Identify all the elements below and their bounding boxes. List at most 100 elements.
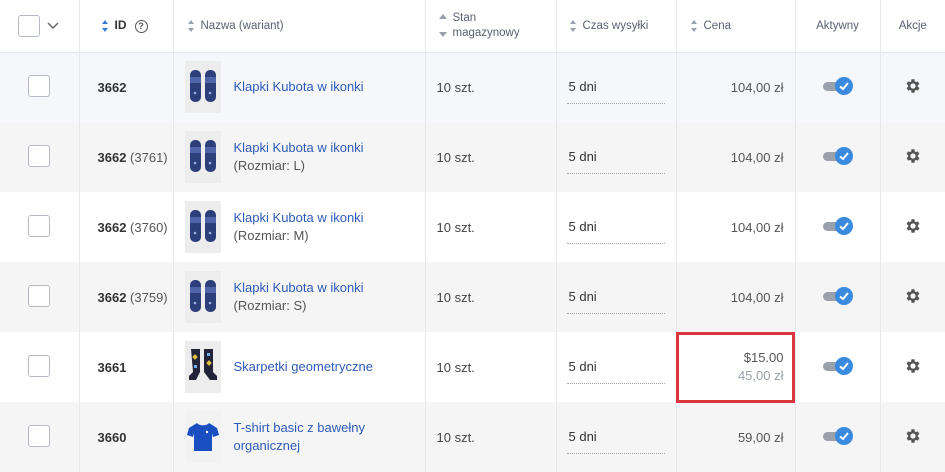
select-all-checkbox[interactable]	[18, 14, 41, 37]
id-header-label: ID	[114, 18, 127, 33]
active-toggle[interactable]	[822, 356, 853, 375]
product-id: 3661	[97, 359, 127, 375]
price-highlight-box	[676, 332, 795, 403]
sort-down-icon[interactable]	[438, 31, 447, 37]
row-checkbox[interactable]	[28, 354, 51, 377]
shipping-time-field[interactable]: 5 dni	[566, 350, 665, 384]
price-value: 104,00 zł	[730, 149, 784, 165]
active-toggle[interactable]	[822, 146, 853, 165]
actions-column-header: Akcje	[880, 0, 945, 52]
product-name-link[interactable]: Klapki Kubota w ikonki	[234, 209, 364, 227]
sort-icon[interactable]	[690, 19, 698, 33]
name-header-label: Nazwa (wariant)	[200, 19, 284, 32]
gear-icon[interactable]	[904, 147, 922, 165]
select-all-header	[0, 0, 80, 52]
table-row: 3662 (3761) Klapki Kubota w ikonki (Rozmi…	[0, 122, 945, 192]
product-name-link[interactable]: Klapki Kubota w ikonki	[234, 78, 364, 96]
product-name-link[interactable]: Skarpetki geometryczne	[234, 358, 373, 376]
product-id: 3662	[97, 289, 127, 305]
product-variant: (Rozmiar: M)	[233, 228, 309, 243]
product-id: 3662	[97, 149, 127, 165]
product-name-link[interactable]: T-shirt basic z bawełny	[234, 419, 366, 437]
name-column-header[interactable]: Nazwa (wariant)	[173, 0, 426, 52]
table-header-row: ID? Nazwa (wariant) Stan magazynowy Czas…	[0, 0, 945, 52]
sort-icon[interactable]	[569, 19, 577, 33]
check-icon	[838, 151, 849, 160]
active-header-label: Aktywny	[816, 19, 859, 32]
price-value: 104,00 zł	[730, 289, 784, 305]
product-id: 3660	[97, 429, 127, 445]
chevron-down-icon[interactable]	[46, 21, 60, 31]
socks-thumbnail[interactable]	[184, 341, 221, 393]
product-variant: (Rozmiar: L)	[233, 158, 306, 173]
row-checkbox[interactable]	[28, 424, 51, 447]
active-toggle[interactable]	[822, 286, 853, 305]
row-checkbox[interactable]	[28, 214, 51, 237]
slippers-thumbnail[interactable]	[184, 201, 221, 253]
price-cell: 104,00 zł	[676, 52, 796, 122]
table-row: 3662 (3760) Klapki Kubota w ikonki (Rozmi…	[0, 192, 945, 262]
row-checkbox[interactable]	[28, 284, 51, 307]
id-column-header[interactable]: ID?	[79, 0, 174, 52]
id-cell: 3662 (3760)	[79, 192, 174, 262]
check-icon	[838, 291, 849, 300]
stock-header-line1: Stan	[452, 11, 477, 24]
stock-cell: 10 szt.	[425, 332, 557, 402]
price-value: 104,00 zł	[730, 219, 784, 235]
gear-icon[interactable]	[904, 427, 922, 445]
product-name-link[interactable]: Klapki Kubota w ikonki	[234, 279, 364, 297]
price-column-header[interactable]: Cena	[676, 0, 796, 52]
shipping-column-header[interactable]: Czas wysyłki	[556, 0, 677, 52]
id-cell: 3662 (3761)	[79, 122, 174, 192]
gear-icon[interactable]	[904, 77, 922, 95]
tshirt-thumbnail[interactable]	[184, 411, 221, 463]
stock-column-header[interactable]: Stan magazynowy	[425, 0, 557, 52]
price-cell: 104,00 zł	[676, 192, 796, 262]
active-toggle[interactable]	[822, 426, 853, 445]
table-row: 3662 Klapki Kubota w ikonki 10 szt. 5 dn…	[0, 52, 945, 122]
id-cell: 3661	[79, 332, 174, 402]
variant-id: (3759)	[130, 289, 168, 305]
row-checkbox[interactable]	[28, 74, 51, 97]
gear-icon[interactable]	[904, 357, 922, 375]
stock-cell: 10 szt.	[425, 192, 557, 262]
check-icon	[838, 361, 849, 370]
active-toggle[interactable]	[822, 216, 853, 235]
help-icon[interactable]: ?	[134, 19, 148, 33]
stock-cell: 10 szt.	[425, 262, 557, 332]
shipping-time-field[interactable]: 5 dni	[566, 420, 665, 454]
slippers-thumbnail[interactable]	[184, 61, 221, 114]
sort-active-icon[interactable]	[101, 19, 109, 33]
id-cell: 3662 (3759)	[79, 262, 174, 332]
price-value: 59,00 zł	[737, 429, 784, 445]
stock-cell: 10 szt.	[425, 402, 557, 472]
product-name-link[interactable]: Klapki Kubota w ikonki	[234, 139, 364, 157]
table-row: 3662 (3759) Klapki Kubota w ikonki (Rozmi…	[0, 262, 945, 332]
id-cell: 3662	[79, 52, 174, 122]
slippers-thumbnail[interactable]	[184, 131, 221, 183]
price-value: 104,00 zł	[730, 79, 784, 95]
variant-id: (3761)	[130, 149, 168, 165]
check-icon	[838, 221, 849, 230]
sort-icon[interactable]	[187, 19, 195, 33]
id-cell: 3660	[79, 402, 174, 472]
actions-header-label: Akcje	[898, 19, 927, 32]
product-id: 3662	[97, 219, 127, 235]
active-toggle[interactable]	[822, 76, 853, 95]
table-row: 3661 Skarpetki geometryczne 10 szt. 5 dn…	[0, 332, 945, 402]
shipping-time-field[interactable]: 5 dni	[566, 70, 665, 105]
shipping-time-field[interactable]: 5 dni	[566, 280, 665, 314]
stock-cell: 10 szt.	[425, 52, 557, 122]
shipping-time-field[interactable]: 5 dni	[566, 210, 665, 244]
gear-icon[interactable]	[904, 287, 922, 305]
shipping-time-field[interactable]: 5 dni	[566, 140, 665, 174]
products-table: ID? Nazwa (wariant) Stan magazynowy Czas…	[0, 0, 945, 472]
product-id: 3662	[97, 79, 127, 95]
row-checkbox[interactable]	[28, 144, 51, 167]
gear-icon[interactable]	[904, 217, 922, 235]
stock-header-line2: magazynowy	[452, 26, 520, 39]
sort-up-icon[interactable]	[438, 13, 447, 20]
slippers-thumbnail[interactable]	[184, 271, 221, 323]
product-name-link-line2[interactable]: organicznej	[234, 437, 366, 455]
stock-cell: 10 szt.	[425, 122, 557, 192]
